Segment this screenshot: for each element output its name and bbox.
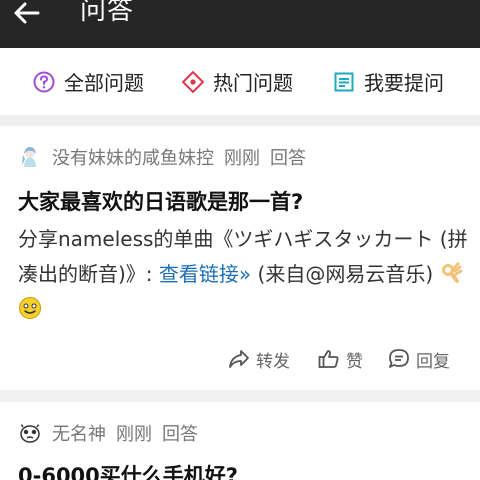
avatar[interactable] <box>18 145 42 169</box>
author-name[interactable]: 没有妹妹的咸鱼妹控 <box>52 144 214 170</box>
comment-button[interactable]: 回复 <box>388 344 450 374</box>
question-card[interactable]: 没有妹妹的咸鱼妹控 刚刚 回答 大家最喜欢的日语歌是那一首? 分享nameles… <box>0 126 480 390</box>
author-name[interactable]: 无名神 <box>52 420 106 446</box>
question-body: 分享nameless的单曲《ツギハギスタッカート (拼凑出的断音)》: 查看链接… <box>18 222 468 327</box>
share-label: 转发 <box>256 351 290 372</box>
tab-hot-questions[interactable]: 热门问题 <box>182 48 293 115</box>
like-button[interactable]: 赞 <box>318 344 363 374</box>
post-type: 回答 <box>162 424 198 445</box>
question-title[interactable]: 大家最喜欢的日语歌是那一首? <box>18 186 303 216</box>
page-title: 问答 <box>80 0 135 26</box>
doc-icon <box>333 71 355 93</box>
tab-ask-question[interactable]: 我要提问 <box>333 48 444 115</box>
ok-hand-emoji-icon <box>439 261 463 285</box>
share-button[interactable]: 转发 <box>228 344 290 374</box>
post-meta: 无名神 刚刚 回答 <box>18 420 198 446</box>
top-app-bar: 问答 <box>0 0 480 48</box>
question-title[interactable]: 0-6000买什么手机好? <box>18 460 238 480</box>
post-time: 刚刚 <box>224 148 260 169</box>
smile-emoji-icon <box>18 296 42 320</box>
tab-ask-question-label: 我要提问 <box>364 71 444 95</box>
hot-diamond-icon <box>182 70 204 93</box>
question-tabs: 全部问题 热门问题 我要提问 <box>0 48 480 115</box>
comment-label: 回复 <box>416 351 450 372</box>
like-label: 赞 <box>346 351 363 372</box>
comment-icon <box>388 348 410 370</box>
arrow-left-icon <box>14 2 40 24</box>
post-type: 回答 <box>270 148 306 169</box>
tab-all-questions[interactable]: 全部问题 <box>33 48 144 115</box>
view-link[interactable]: 查看链接» <box>159 262 251 286</box>
back-button[interactable] <box>14 0 54 26</box>
tab-all-questions-label: 全部问题 <box>64 71 144 95</box>
question-circle-icon <box>33 71 55 93</box>
avatar[interactable] <box>18 421 42 445</box>
post-meta: 没有妹妹的咸鱼妹控 刚刚 回答 <box>18 144 306 170</box>
share-icon <box>228 349 250 369</box>
thumbs-up-icon <box>318 349 340 369</box>
body-source: (来自@网易云音乐) <box>251 262 434 286</box>
post-time: 刚刚 <box>116 424 152 445</box>
question-card[interactable]: 无名神 刚刚 回答 0-6000买什么手机好? <box>0 402 480 480</box>
tab-hot-questions-label: 热门问题 <box>213 71 293 95</box>
